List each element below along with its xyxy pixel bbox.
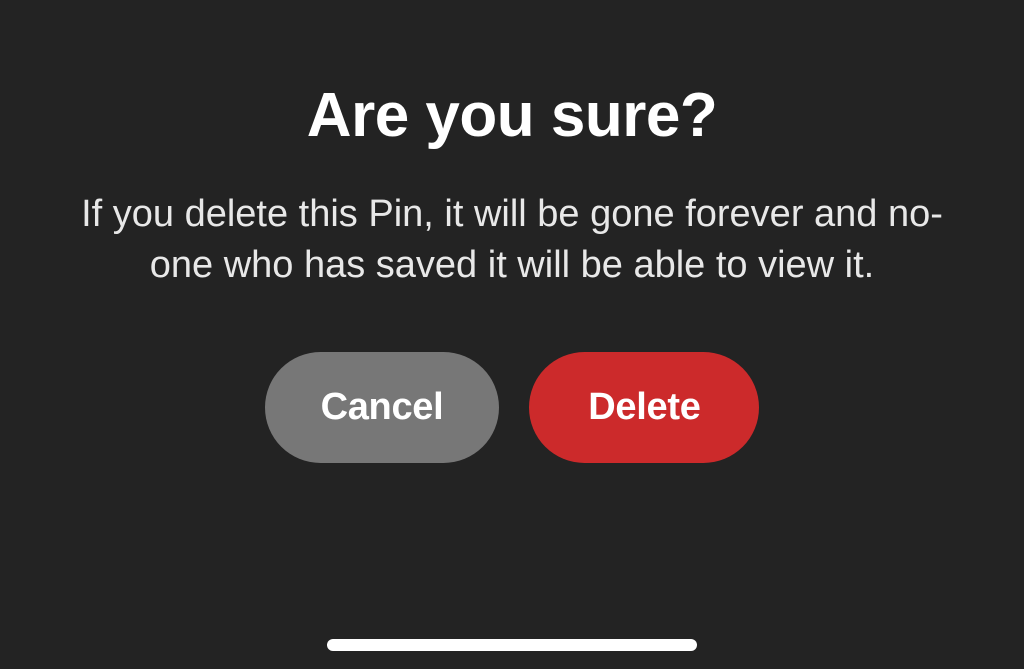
confirm-dialog: Are you sure? If you delete this Pin, it… xyxy=(0,0,1024,463)
dialog-button-row: Cancel Delete xyxy=(265,352,760,463)
delete-button[interactable]: Delete xyxy=(529,352,759,463)
dialog-message: If you delete this Pin, it will be gone … xyxy=(52,189,972,292)
dialog-title: Are you sure? xyxy=(307,80,717,151)
cancel-button[interactable]: Cancel xyxy=(265,352,500,463)
home-indicator[interactable] xyxy=(327,639,697,651)
